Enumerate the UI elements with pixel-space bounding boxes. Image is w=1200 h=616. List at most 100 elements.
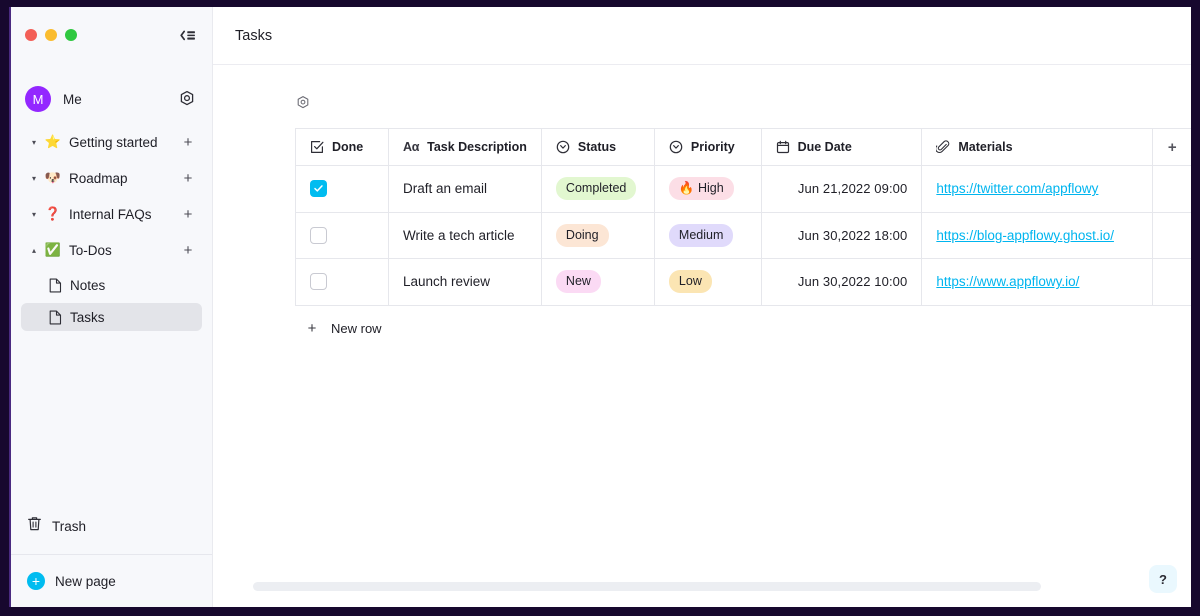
cell-materials[interactable]: https://www.appflowy.io/ — [921, 258, 1154, 306]
horizontal-scrollbar[interactable] — [253, 582, 1041, 591]
sidebar-item-getting-started[interactable]: ▾ ⭐ Getting started + — [21, 127, 202, 157]
sidebar: M Me ▾ ⭐ Getting started + ▾ 🐶 Roadmap + — [11, 7, 213, 607]
document-icon — [49, 310, 65, 325]
table-row: Draft an email Completed 🔥 High Jun 21,2… — [295, 165, 1191, 213]
window-title-bar — [11, 7, 212, 63]
new-page-button[interactable]: + New page — [11, 555, 212, 607]
sidebar-item-label: Internal FAQs — [69, 206, 152, 222]
sidebar-item-label: Tasks — [70, 309, 105, 325]
avatar: M — [25, 86, 51, 112]
calendar-icon — [776, 140, 790, 154]
trash-label: Trash — [52, 518, 87, 534]
check-mark-icon: ✅ — [44, 242, 62, 257]
done-checkbox-checked[interactable] — [310, 180, 327, 198]
plus-circle-icon: + — [27, 572, 45, 590]
sidebar-item-notes[interactable]: Notes — [21, 271, 202, 299]
page-title: Tasks — [235, 27, 273, 44]
cell-status[interactable]: New — [541, 258, 655, 306]
settings-gear-icon[interactable] — [176, 88, 198, 110]
sidebar-item-label: Roadmap — [69, 170, 128, 186]
sidebar-item-internal-faqs[interactable]: ▾ ❓ Internal FAQs + — [21, 199, 202, 229]
priority-badge: 🔥 High — [668, 177, 734, 201]
column-header-label: Priority — [690, 140, 735, 154]
cell-due-date[interactable]: Jun 30,2022 10:00 — [761, 258, 923, 306]
minimize-window-button[interactable] — [45, 29, 57, 41]
column-header-due-date[interactable]: Due Date — [761, 128, 923, 166]
chevron-down-icon[interactable]: ▾ — [27, 207, 41, 221]
cell-priority[interactable]: 🔥 High — [654, 165, 762, 213]
question-mark-icon: ❓ — [44, 206, 62, 221]
column-header-status[interactable]: Status — [541, 128, 655, 166]
grid-header-row: Done Aα Task Description Status Priority… — [295, 128, 1191, 166]
cell-done[interactable] — [295, 212, 389, 259]
checkbox-field-icon — [310, 140, 324, 154]
close-window-button[interactable] — [25, 29, 37, 41]
sidebar-item-label: Notes — [70, 277, 106, 293]
tasks-grid: Done Aα Task Description Status Priority… — [295, 128, 1191, 306]
new-row-label: New row — [331, 321, 382, 336]
maximize-window-button[interactable] — [65, 29, 77, 41]
status-badge: New — [555, 270, 601, 294]
material-link[interactable]: https://blog-appflowy.ghost.io/ — [936, 228, 1114, 243]
row-filler-cell — [1152, 258, 1191, 306]
status-badge: Doing — [555, 223, 609, 247]
column-header-task-description[interactable]: Aα Task Description — [388, 128, 542, 166]
cell-priority[interactable]: Low — [654, 258, 762, 306]
cell-task-description[interactable]: Draft an email — [388, 165, 542, 213]
paperclip-icon — [936, 140, 950, 154]
add-column-button[interactable]: + — [1152, 128, 1191, 166]
cell-done[interactable] — [295, 258, 389, 306]
cell-task-description[interactable]: Write a tech article — [388, 212, 542, 259]
grid-settings-icon[interactable] — [295, 93, 315, 113]
sidebar-item-tasks[interactable]: Tasks — [21, 303, 202, 331]
collapse-sidebar-icon[interactable] — [176, 24, 198, 46]
dog-face-icon: 🐶 — [44, 170, 62, 185]
top-bar: Tasks — [213, 7, 1191, 65]
star-icon: ⭐ — [44, 134, 62, 149]
cell-task-description[interactable]: Launch review — [388, 258, 542, 306]
main-content: Tasks Done Aα Task Description Status Pr… — [213, 7, 1191, 607]
column-header-priority[interactable]: Priority — [654, 128, 762, 166]
cell-status[interactable]: Doing — [541, 212, 655, 259]
new-page-label: New page — [55, 573, 116, 589]
help-button[interactable]: ? — [1149, 565, 1177, 593]
chevron-down-icon[interactable]: ▾ — [27, 171, 41, 185]
add-page-button[interactable]: + — [180, 242, 196, 259]
row-filler-cell — [1152, 165, 1191, 213]
material-link[interactable]: https://twitter.com/appflowy — [936, 181, 1098, 196]
column-header-label: Due Date — [797, 140, 852, 154]
sidebar-item-trash[interactable]: Trash — [11, 506, 212, 546]
cell-materials[interactable]: https://twitter.com/appflowy — [921, 165, 1154, 213]
cell-priority[interactable]: Medium — [654, 212, 762, 259]
text-field-icon: Aα — [402, 140, 420, 154]
traffic-lights — [25, 29, 77, 41]
cell-due-date[interactable]: Jun 30,2022 18:00 — [761, 212, 923, 259]
sidebar-item-label: To-Dos — [69, 242, 112, 258]
sidebar-item-to-dos[interactable]: ▴ ✅ To-Dos + — [21, 235, 202, 265]
single-select-icon — [669, 140, 683, 154]
app-window: M Me ▾ ⭐ Getting started + ▾ 🐶 Roadmap + — [9, 7, 1191, 607]
new-row-button[interactable]: + New row — [295, 312, 495, 346]
row-filler-cell — [1152, 212, 1191, 259]
add-page-button[interactable]: + — [180, 134, 196, 151]
done-checkbox-unchecked[interactable] — [310, 273, 327, 291]
cell-due-date[interactable]: Jun 21,2022 09:00 — [761, 165, 923, 213]
cell-status[interactable]: Completed — [541, 165, 655, 213]
sidebar-item-roadmap[interactable]: ▾ 🐶 Roadmap + — [21, 163, 202, 193]
column-header-materials[interactable]: Materials — [921, 128, 1154, 166]
chevron-down-icon[interactable]: ▾ — [27, 135, 41, 149]
add-page-button[interactable]: + — [180, 206, 196, 223]
column-header-label: Status — [577, 140, 617, 154]
material-link[interactable]: https://www.appflowy.io/ — [936, 274, 1079, 289]
chevron-up-icon[interactable]: ▴ — [27, 243, 41, 257]
sidebar-item-label: Getting started — [69, 134, 158, 150]
document-icon — [49, 278, 65, 293]
done-checkbox-unchecked[interactable] — [310, 226, 327, 244]
user-profile-row[interactable]: M Me — [11, 77, 212, 121]
column-header-done[interactable]: Done — [295, 128, 389, 166]
add-page-button[interactable]: + — [180, 170, 196, 187]
cell-materials[interactable]: https://blog-appflowy.ghost.io/ — [921, 212, 1154, 259]
plus-icon: + — [307, 320, 317, 337]
cell-done[interactable] — [295, 165, 389, 213]
